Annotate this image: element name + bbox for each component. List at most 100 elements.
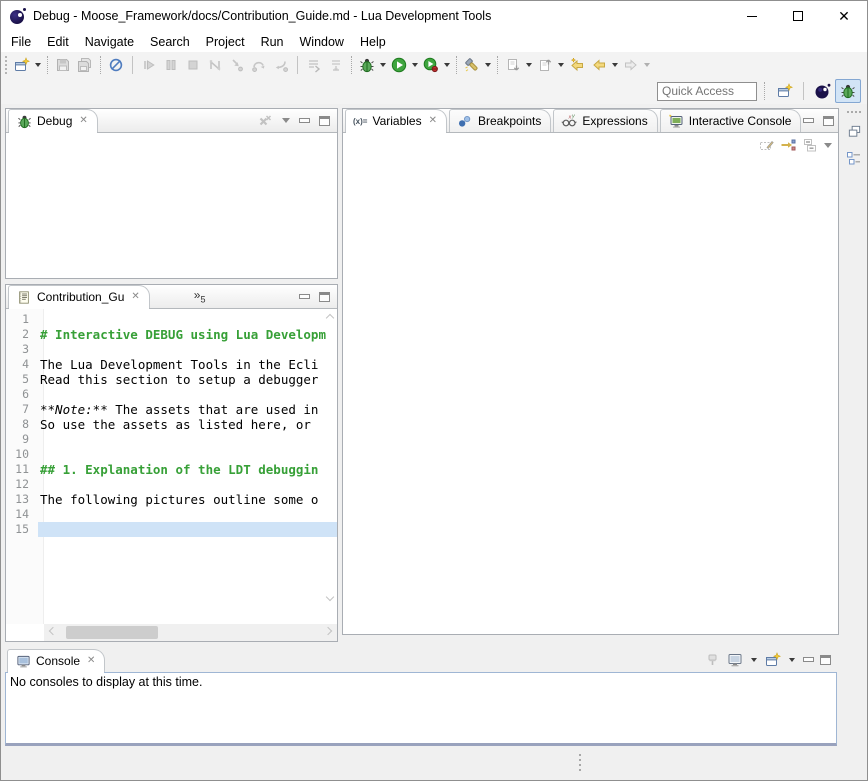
quick-access-input[interactable] <box>657 82 757 101</box>
terminate-button[interactable] <box>182 54 204 76</box>
close-tab-icon[interactable]: ✕ <box>79 116 87 126</box>
step-into-button[interactable] <box>226 54 248 76</box>
skip-all-breakpoints-button[interactable] <box>105 54 127 76</box>
editor-line[interactable]: 2# Interactive DEBUG using Lua Developm <box>6 327 337 342</box>
menu-file[interactable]: File <box>3 33 39 51</box>
minimize-view-icon[interactable] <box>299 294 310 299</box>
editor-line[interactable]: 5Read this section to setup a debugger <box>6 372 337 387</box>
run-dropdown[interactable] <box>410 54 420 76</box>
menu-edit[interactable]: Edit <box>39 33 77 51</box>
tab-variables[interactable]: (x)= Variables ✕ <box>345 109 447 132</box>
lua-perspective-button[interactable] <box>809 79 835 103</box>
view-menu-icon[interactable] <box>824 143 832 148</box>
next-annotation-button[interactable] <box>502 54 524 76</box>
editor-line[interactable]: 13The following pictures outline some o <box>6 492 337 507</box>
resume-button[interactable] <box>138 54 160 76</box>
editor-line[interactable]: 10 <box>6 447 337 462</box>
disconnect-button[interactable] <box>204 54 226 76</box>
search-dropdown[interactable] <box>483 54 493 76</box>
strip-drag-handle[interactable] <box>847 111 861 113</box>
display-selected-console-icon[interactable] <box>727 652 743 668</box>
editor-line[interactable]: 9 <box>6 432 337 447</box>
open-console-dropdown[interactable] <box>787 649 797 671</box>
close-tab-icon[interactable]: ✕ <box>131 292 139 302</box>
suspend-button[interactable] <box>160 54 182 76</box>
scroll-right-icon[interactable] <box>324 627 332 635</box>
step-return-button[interactable] <box>270 54 292 76</box>
back-dropdown[interactable] <box>610 54 620 76</box>
menu-window[interactable]: Window <box>292 33 352 51</box>
run-button[interactable] <box>388 54 410 76</box>
debug-dropdown[interactable] <box>378 54 388 76</box>
menu-search[interactable]: Search <box>142 33 198 51</box>
editor-line[interactable]: 14 <box>6 507 337 522</box>
minimize-view-icon[interactable] <box>299 118 310 123</box>
close-tab-icon[interactable]: ✕ <box>429 116 437 126</box>
last-edit-location-button[interactable] <box>566 54 588 76</box>
tab-console[interactable]: Console ✕ <box>7 649 105 672</box>
status-bar-grip[interactable] <box>579 754 581 771</box>
step-filters-config-button[interactable] <box>325 54 347 76</box>
save-all-button[interactable] <box>74 54 96 76</box>
new-wizard-button[interactable] <box>11 54 33 76</box>
debug-perspective-button[interactable] <box>835 79 861 103</box>
previous-annotation-dropdown[interactable] <box>556 54 566 76</box>
open-perspective-button[interactable] <box>772 79 798 103</box>
maximize-view-icon[interactable] <box>319 116 330 126</box>
forward-dropdown[interactable] <box>642 54 652 76</box>
minimize-view-icon[interactable] <box>803 118 814 123</box>
use-step-filters-button[interactable] <box>303 54 325 76</box>
editor-line[interactable]: 1 <box>6 312 337 327</box>
variables-content[interactable] <box>343 133 838 634</box>
maximize-view-icon[interactable] <box>820 655 831 665</box>
scroll-left-icon[interactable] <box>49 627 57 635</box>
menu-help[interactable]: Help <box>352 33 394 51</box>
minimize-button[interactable] <box>729 1 775 31</box>
search-button[interactable] <box>461 54 483 76</box>
more-editors-chevron[interactable]: »5 <box>194 288 206 304</box>
tab-breakpoints[interactable]: Breakpoints <box>449 109 551 132</box>
display-console-dropdown[interactable] <box>749 649 759 671</box>
open-console-icon[interactable] <box>765 652 781 668</box>
maximize-view-icon[interactable] <box>319 292 330 302</box>
editor-line[interactable]: 15 <box>6 522 337 537</box>
outline-view-button[interactable] <box>844 149 864 169</box>
run-last-launched-dropdown[interactable] <box>442 54 452 76</box>
debug-view-content[interactable] <box>6 133 337 278</box>
editor-line[interactable]: 7**Note:** The assets that are used in <box>6 402 337 417</box>
close-button[interactable]: ✕ <box>821 1 867 31</box>
editor-line[interactable]: 6 <box>6 387 337 402</box>
restore-views-button[interactable] <box>844 121 864 141</box>
tab-debug[interactable]: Debug ✕ <box>8 109 98 132</box>
editor-line[interactable]: 3 <box>6 342 337 357</box>
view-menu-icon[interactable] <box>282 118 290 123</box>
tab-expressions[interactable]: x y Expressions <box>553 109 657 132</box>
debug-button[interactable] <box>356 54 378 76</box>
menu-navigate[interactable]: Navigate <box>77 33 142 51</box>
scrollbar-thumb[interactable] <box>66 626 158 639</box>
next-annotation-dropdown[interactable] <box>524 54 534 76</box>
pin-console-icon[interactable] <box>705 652 721 668</box>
show-logical-structures-icon[interactable] <box>780 137 796 153</box>
tab-interactive-console[interactable]: Interactive Console <box>660 109 802 132</box>
editor-line[interactable]: 12 <box>6 477 337 492</box>
forward-button[interactable] <box>620 54 642 76</box>
editor-content[interactable]: 12# Interactive DEBUG using Lua Developm… <box>6 309 337 624</box>
close-tab-icon[interactable]: ✕ <box>87 656 95 666</box>
collapse-all-icon[interactable] <box>802 137 818 153</box>
maximize-button[interactable] <box>775 1 821 31</box>
editor-line[interactable]: 8So use the assets as listed here, or <box>6 417 337 432</box>
run-last-launched-button[interactable] <box>420 54 442 76</box>
tab-contribution-guide[interactable]: Contribution_Gu ✕ <box>8 285 150 308</box>
show-type-names-icon[interactable] <box>758 137 774 153</box>
maximize-view-icon[interactable] <box>823 116 834 126</box>
remove-terminated-launches-icon[interactable] <box>257 113 273 129</box>
save-button[interactable] <box>52 54 74 76</box>
toolbar-drag-handle[interactable] <box>5 56 8 74</box>
menu-run[interactable]: Run <box>253 33 292 51</box>
console-output[interactable]: No consoles to display at this time. <box>5 672 837 746</box>
editor-line[interactable]: 11## 1. Explanation of the LDT debuggin <box>6 462 337 477</box>
minimize-view-icon[interactable] <box>803 657 814 662</box>
previous-annotation-button[interactable] <box>534 54 556 76</box>
scroll-down-icon[interactable] <box>326 593 334 601</box>
